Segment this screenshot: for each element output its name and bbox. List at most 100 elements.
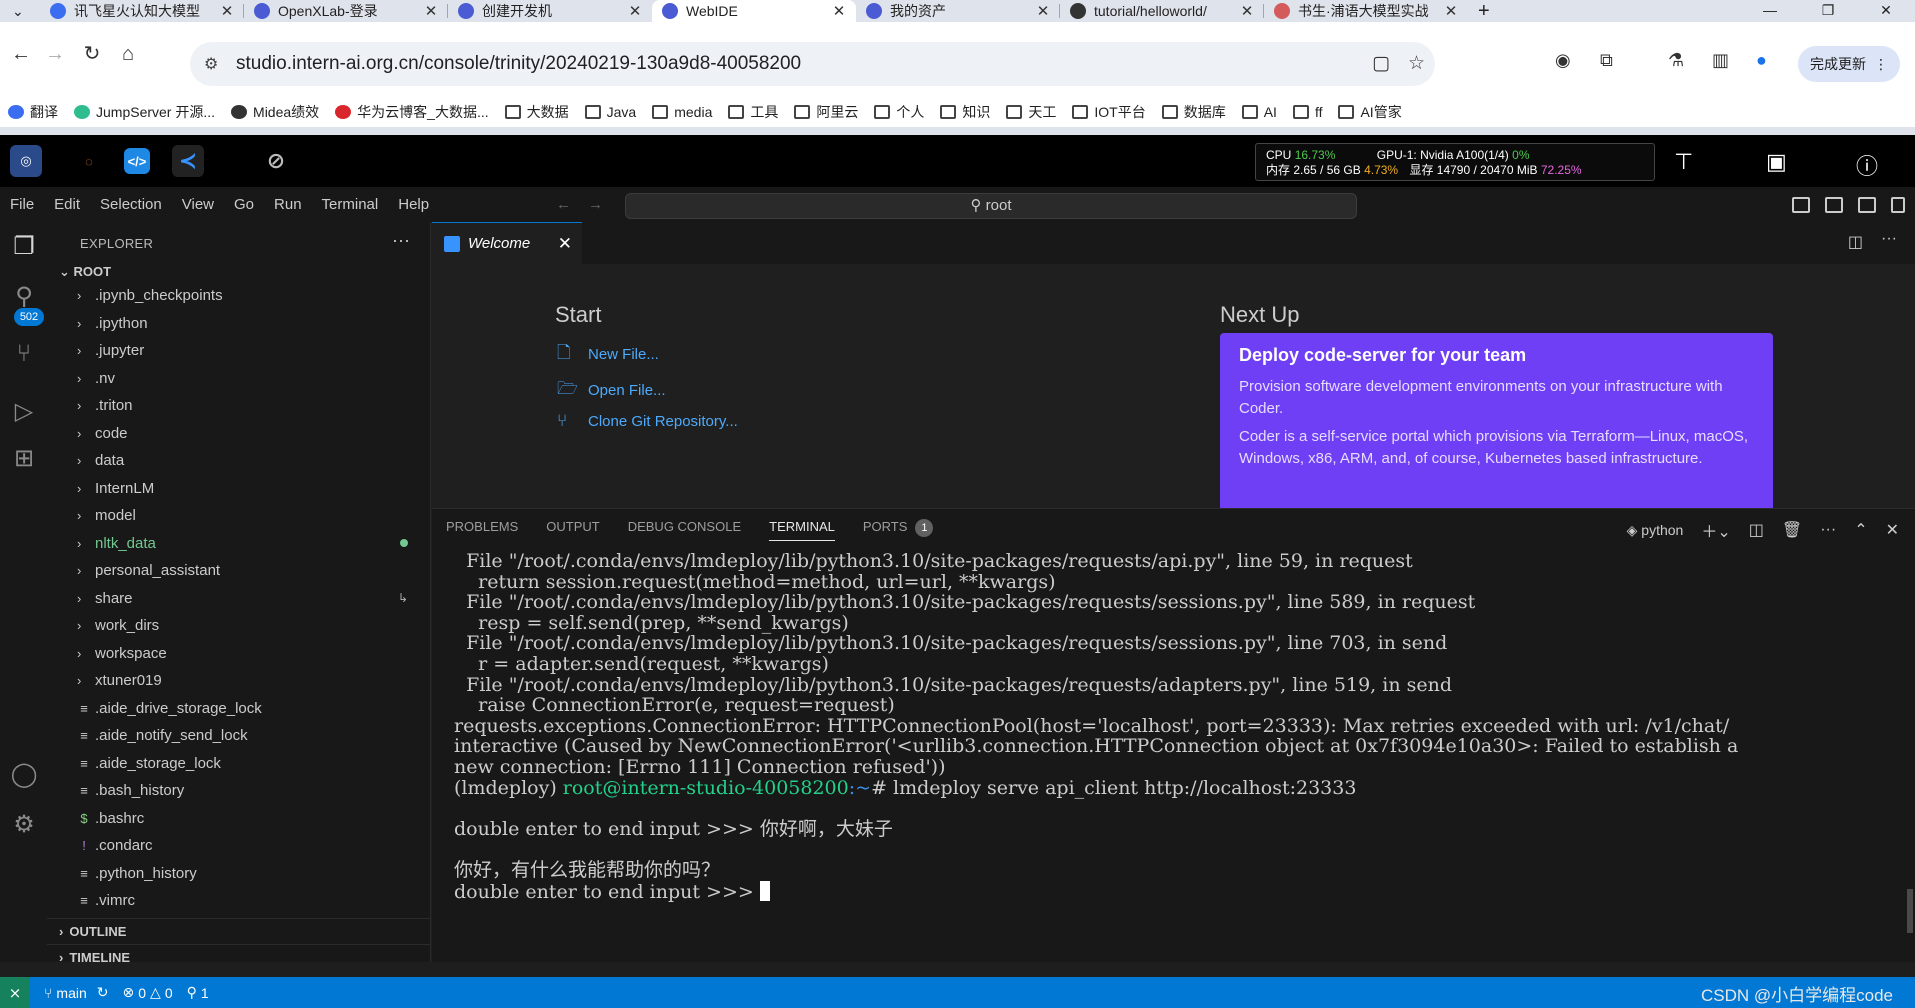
extensions-icon[interactable]: ⊞ bbox=[8, 444, 40, 476]
folder-item[interactable]: › .nv bbox=[47, 365, 430, 393]
image-icon[interactable]: ▣ bbox=[1766, 149, 1787, 175]
settings-gear-icon[interactable]: ⚙ bbox=[8, 810, 40, 842]
vscode-icon[interactable]: ≺ bbox=[172, 145, 204, 177]
terminal-shell-selector[interactable]: ◈ python bbox=[1627, 522, 1684, 539]
close-icon[interactable]: ✕ bbox=[424, 2, 438, 20]
bookmark-item[interactable]: 个人 bbox=[874, 102, 924, 122]
run-debug-icon[interactable]: ▷ bbox=[8, 397, 40, 429]
file-item[interactable]: ≡ .aide_drive_storage_lock bbox=[47, 695, 430, 723]
tab-problems[interactable]: PROBLEMS bbox=[432, 509, 532, 545]
tab-output[interactable]: OUTPUT bbox=[532, 509, 613, 545]
site-info-icon[interactable]: ⚙ bbox=[204, 54, 224, 74]
browser-tab-active[interactable]: WebIDE ✕ bbox=[652, 0, 856, 22]
back-arrow-icon[interactable]: ← bbox=[9, 42, 33, 66]
tab-welcome[interactable]: Welcome ✕ bbox=[432, 222, 582, 264]
folder-item[interactable]: › personal_assistant bbox=[47, 557, 430, 585]
browser-tab[interactable]: 书生·浦语大模型实战 ✕ bbox=[1264, 0, 1468, 22]
file-item[interactable]: ≡ .aide_storage_lock bbox=[47, 750, 430, 778]
folder-item[interactable]: › code bbox=[47, 420, 430, 448]
sidepanel-icon[interactable]: ▥ bbox=[1712, 50, 1729, 71]
browser-tab[interactable]: 我的资产 ✕ bbox=[856, 0, 1060, 22]
star-icon[interactable]: ☆ bbox=[1408, 52, 1425, 75]
folder-item[interactable]: › .jupyter bbox=[47, 337, 430, 365]
bookmark-item[interactable]: 大数据 bbox=[504, 102, 569, 122]
folder-item[interactable]: › xtuner019 bbox=[47, 667, 430, 695]
bookmark-item[interactable]: 数据库 bbox=[1161, 102, 1226, 122]
folder-item[interactable]: › work_dirs bbox=[47, 612, 430, 640]
timeline-section[interactable]: › TIMELINE bbox=[47, 944, 430, 970]
menu-terminal[interactable]: Terminal bbox=[312, 196, 389, 213]
folder-item[interactable]: › InternLM bbox=[47, 475, 430, 503]
deploy-card[interactable]: Deploy code-server for your team Provisi… bbox=[1220, 333, 1773, 508]
bookmark-item[interactable]: 知识 bbox=[940, 102, 990, 122]
jupyter-icon[interactable]: ◌ bbox=[73, 145, 105, 177]
folder-item[interactable]: › model bbox=[47, 502, 430, 530]
terminal-scrollbar[interactable] bbox=[1907, 889, 1913, 933]
tensorflow-icon[interactable]: ⊤ bbox=[1674, 149, 1693, 175]
clipboard-icon[interactable]: ▢ bbox=[1372, 52, 1390, 75]
source-control-icon[interactable]: ⑂ bbox=[8, 340, 40, 372]
tab-terminal[interactable]: TERMINAL bbox=[755, 509, 849, 545]
menu-edit[interactable]: Edit bbox=[44, 196, 90, 213]
folder-item[interactable]: › .ipynb_checkpoints bbox=[47, 282, 430, 310]
file-item[interactable]: ! .condarc bbox=[47, 832, 430, 860]
restore-icon[interactable]: ❐ bbox=[1799, 0, 1857, 22]
bookmark-item[interactable]: AI bbox=[1241, 104, 1277, 120]
browser-tab[interactable]: 创建开发机 ✕ bbox=[448, 0, 652, 22]
new-file-link[interactable]: 🗋 New File... bbox=[557, 340, 659, 369]
folder-item[interactable]: › share ↳ bbox=[47, 585, 430, 613]
branch-indicator[interactable]: ⑂ main ↻ bbox=[44, 984, 109, 1001]
ports-indicator[interactable]: ⚲ 1 bbox=[187, 984, 209, 1001]
terminal-output[interactable]: File "/root/.conda/envs/lmdeploy/lib/pyt… bbox=[454, 551, 1894, 902]
browser-tab[interactable]: OpenXLab-登录 ✕ bbox=[244, 0, 448, 22]
root-folder-header[interactable]: ⌄ ROOT bbox=[59, 264, 111, 280]
forward-arrow-icon[interactable]: → bbox=[43, 42, 67, 66]
folder-item[interactable]: › .triton bbox=[47, 392, 430, 420]
maximize-panel-icon[interactable]: ⌃ bbox=[1854, 520, 1867, 540]
open-file-link[interactable]: 🗁 Open File... bbox=[557, 376, 666, 405]
split-editor-icon[interactable]: ◫ bbox=[1848, 232, 1863, 252]
menu-run[interactable]: Run bbox=[264, 196, 312, 213]
file-item[interactable]: ≡ .vimrc bbox=[47, 887, 430, 915]
customize-layout-icon[interactable] bbox=[1891, 197, 1905, 213]
bookmark-item[interactable]: ff bbox=[1292, 104, 1322, 120]
menu-view[interactable]: View bbox=[172, 196, 224, 213]
info-icon[interactable]: ⓘ bbox=[1856, 149, 1878, 181]
close-icon[interactable]: ✕ bbox=[1444, 2, 1458, 20]
home-icon[interactable]: ⌂ bbox=[116, 42, 140, 66]
folder-item[interactable]: › workspace bbox=[47, 640, 430, 668]
folder-item[interactable]: › .ipython bbox=[47, 310, 430, 338]
bookmark-item[interactable]: JumpServer 开源... bbox=[74, 102, 215, 122]
close-window-icon[interactable]: ✕ bbox=[1857, 0, 1915, 22]
minimize-icon[interactable]: — bbox=[1741, 0, 1799, 22]
file-item[interactable]: $ .bashrc bbox=[47, 805, 430, 833]
file-item[interactable]: ≡ .python_history bbox=[47, 860, 430, 888]
bookmark-item[interactable]: media bbox=[652, 104, 712, 120]
bookmark-item[interactable]: 华为云博客_大数据... bbox=[335, 102, 489, 122]
puzzle-icon[interactable]: ⧉ bbox=[1600, 50, 1613, 71]
bookmark-item[interactable]: AI管家 bbox=[1338, 102, 1402, 122]
tab-ports[interactable]: PORTS 1 bbox=[849, 509, 948, 545]
command-center-search[interactable]: ⚲ root bbox=[625, 193, 1357, 219]
extension-icon[interactable]: ◉ bbox=[1555, 50, 1571, 71]
browser-tab[interactable]: 讯飞星火认知大模型 ✕ bbox=[40, 0, 244, 22]
terminal-input-line[interactable]: double enter to end input >>> bbox=[454, 880, 1894, 903]
terminal-app-icon[interactable]: </> bbox=[124, 148, 150, 174]
new-tab-button[interactable]: + bbox=[1468, 0, 1508, 22]
bookmark-item[interactable]: 天工 bbox=[1006, 102, 1056, 122]
tab-search-button[interactable]: ⌄ bbox=[0, 0, 40, 22]
problems-indicator[interactable]: ⊗ 0 △ 0 bbox=[123, 984, 173, 1001]
close-icon[interactable]: ✕ bbox=[1240, 2, 1254, 20]
toggle-panel-icon[interactable] bbox=[1825, 197, 1843, 213]
toggle-secondary-sidebar-icon[interactable] bbox=[1858, 197, 1876, 213]
bookmark-item[interactable]: 阿里云 bbox=[794, 102, 858, 122]
nav-forward-icon[interactable]: → bbox=[588, 196, 603, 213]
bookmark-item[interactable]: 翻译 bbox=[8, 102, 58, 122]
reload-icon[interactable]: ↻ bbox=[80, 42, 104, 66]
outline-section[interactable]: › OUTLINE bbox=[47, 918, 430, 944]
close-icon[interactable]: ✕ bbox=[832, 2, 846, 20]
bookmark-item[interactable]: Java bbox=[584, 104, 636, 120]
file-item[interactable]: ≡ .aide_notify_send_lock bbox=[47, 722, 430, 750]
bookmark-item[interactable]: IOT平台 bbox=[1072, 102, 1146, 122]
trash-icon[interactable]: 🗑 bbox=[1782, 520, 1802, 540]
